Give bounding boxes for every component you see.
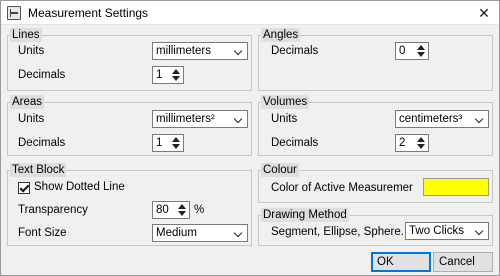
spin-down-icon[interactable] <box>415 51 427 58</box>
ok-button[interactable]: OK <box>371 252 431 272</box>
active-measurement-color-swatch[interactable] <box>423 178 489 196</box>
areas-decimals-value: 1 <box>156 137 163 149</box>
drawing-shapes-label: Segment, Ellipse, Sphere... <box>271 226 411 238</box>
volumes-units-label: Units <box>271 113 298 125</box>
angles-group: Angles Decimals 0 <box>258 28 493 91</box>
lines-decimals-value: 1 <box>156 69 163 81</box>
volumes-decimals-label: Decimals <box>271 137 319 149</box>
spin-up-icon[interactable] <box>170 68 182 75</box>
spin-up-icon[interactable] <box>176 203 188 210</box>
chevron-down-icon <box>232 226 246 240</box>
spin-down-icon[interactable] <box>176 210 188 217</box>
close-icon[interactable]: ✕ <box>473 3 495 23</box>
transparency-value: 80 <box>156 204 169 216</box>
volumes-group-title: Volumes <box>261 95 310 109</box>
drawing-method-value: Two Clicks <box>409 225 464 237</box>
spin-up-icon[interactable] <box>170 136 182 143</box>
areas-decimals-spinner[interactable]: 1 <box>152 134 184 152</box>
lines-decimals-label: Decimals <box>18 69 66 81</box>
volumes-decimals-value: 2 <box>399 137 406 149</box>
chevron-down-icon <box>473 112 487 126</box>
spin-down-icon[interactable] <box>170 75 182 82</box>
chevron-down-icon <box>232 44 246 58</box>
title-bar: Measurement Settings ✕ <box>1 1 499 25</box>
show-dotted-line-checkbox[interactable] <box>18 182 30 194</box>
spin-up-icon[interactable] <box>415 136 427 143</box>
active-measurement-color-label: Color of Active Measuremer <box>271 182 413 194</box>
show-dotted-line-label[interactable]: Show Dotted Line <box>34 181 125 193</box>
areas-group: Areas Units millimeters² Decimals 1 <box>7 95 252 156</box>
spin-up-icon[interactable] <box>415 44 427 51</box>
text-block-group-title: Text Block <box>10 163 67 177</box>
angles-decimals-label: Decimals <box>271 45 319 57</box>
drawing-method-select[interactable]: Two Clicks <box>405 222 489 240</box>
drawing-method-group: Drawing Method Segment, Ellipse, Sphere.… <box>258 208 493 246</box>
lines-units-value: millimeters <box>156 45 211 57</box>
areas-decimals-label: Decimals <box>18 137 66 149</box>
volumes-units-select[interactable]: centimeters³ <box>395 110 489 128</box>
measurement-settings-dialog: Measurement Settings ✕ Lines Units milli… <box>0 0 500 276</box>
areas-units-label: Units <box>18 113 45 125</box>
lines-group-title: Lines <box>10 28 42 42</box>
colour-group: Colour Color of Active Measuremer <box>258 163 493 203</box>
text-block-group: Text Block Show Dotted Line Transparency… <box>7 163 252 246</box>
drawing-method-group-title: Drawing Method <box>261 208 349 222</box>
chevron-down-icon <box>473 224 487 238</box>
cancel-button[interactable]: Cancel <box>433 252 493 272</box>
areas-units-select[interactable]: millimeters² <box>152 110 248 128</box>
lines-decimals-spinner[interactable]: 1 <box>152 66 184 84</box>
lines-group: Lines Units millimeters Decimals 1 <box>7 28 252 91</box>
font-size-label: Font Size <box>18 227 67 239</box>
font-size-value: Medium <box>156 227 197 239</box>
angles-decimals-spinner[interactable]: 0 <box>395 42 429 60</box>
spin-down-icon[interactable] <box>415 143 427 150</box>
spin-down-icon[interactable] <box>170 143 182 150</box>
transparency-unit: % <box>194 204 205 216</box>
window-title: Measurement Settings <box>28 6 149 20</box>
areas-units-value: millimeters² <box>156 113 215 125</box>
areas-group-title: Areas <box>10 95 45 109</box>
transparency-spinner[interactable]: 80 <box>152 201 190 219</box>
volumes-units-value: centimeters³ <box>399 113 463 125</box>
volumes-decimals-spinner[interactable]: 2 <box>395 134 429 152</box>
colour-group-title: Colour <box>261 163 299 177</box>
angles-decimals-value: 0 <box>399 45 406 57</box>
lines-units-label: Units <box>18 45 45 57</box>
chevron-down-icon <box>232 112 246 126</box>
lines-units-select[interactable]: millimeters <box>152 42 248 60</box>
font-size-select[interactable]: Medium <box>152 224 248 242</box>
transparency-label: Transparency <box>18 204 88 216</box>
app-icon <box>7 6 21 20</box>
volumes-group: Volumes Units centimeters³ Decimals 2 <box>258 95 493 156</box>
angles-group-title: Angles <box>261 28 301 42</box>
